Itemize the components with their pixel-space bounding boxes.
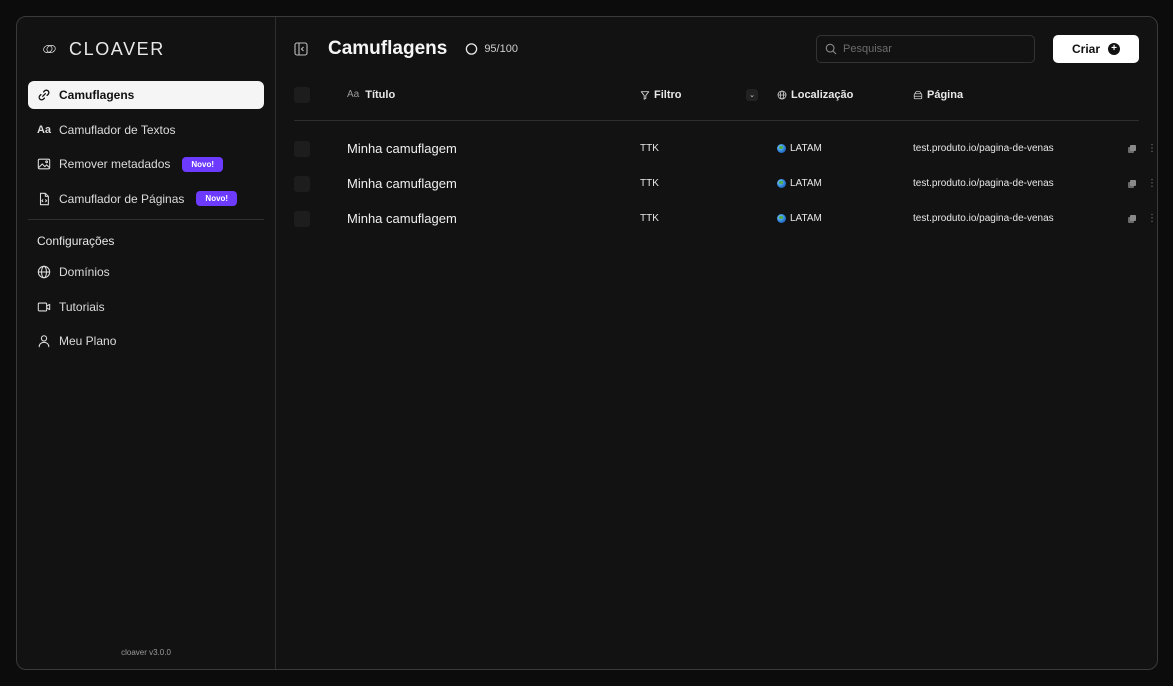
image-icon xyxy=(37,157,51,171)
plus-circle-icon: + xyxy=(1108,43,1120,55)
earth-globe-icon xyxy=(777,144,786,153)
table-row[interactable]: Minha camuflagem TTK LATAM test.produto.… xyxy=(294,166,1157,201)
usage-counter: 95/100 xyxy=(465,43,518,56)
new-badge: Novo! xyxy=(196,191,238,206)
page-title: Camuflagens xyxy=(328,38,448,59)
collapse-sidebar-icon[interactable] xyxy=(294,42,308,56)
search-input[interactable] xyxy=(843,43,1023,55)
copy-icon[interactable] xyxy=(1127,214,1137,224)
version-label: cloaver v3.0.0 xyxy=(121,648,171,657)
row-title: Minha camuflagem xyxy=(347,176,457,191)
row-page[interactable]: test.produto.io/pagina-de-venas xyxy=(913,143,1054,154)
browser-icon xyxy=(913,90,923,100)
column-location-label: Localização xyxy=(791,88,854,101)
globe-icon xyxy=(777,90,787,100)
earth-globe-icon xyxy=(777,179,786,188)
row-location: LATAM xyxy=(777,143,822,154)
more-options-icon[interactable]: ⋮ xyxy=(1147,143,1157,154)
column-location[interactable]: Localização xyxy=(777,89,853,101)
table-row[interactable]: Minha camuflagem TTK LATAM test.produto.… xyxy=(294,201,1157,236)
earth-globe-icon xyxy=(777,214,786,223)
app-window: CLOAVER Camuflagens Aa Camuflador de Tex… xyxy=(16,16,1158,670)
table-row[interactable]: Minha camuflagem TTK LATAM test.produto.… xyxy=(294,131,1157,166)
logo[interactable]: CLOAVER xyxy=(28,17,264,81)
search-box[interactable] xyxy=(816,35,1035,63)
row-location-label: LATAM xyxy=(790,213,822,224)
row-title: Minha camuflagem xyxy=(347,141,457,156)
sidebar-item-tutoriais[interactable]: Tutoriais xyxy=(28,293,264,321)
sidebar-item-label: Domínios xyxy=(59,265,110,279)
row-filter: TTK xyxy=(640,213,659,224)
column-title[interactable]: Aa Título xyxy=(347,89,395,101)
sidebar-item-camuflagens[interactable]: Camuflagens xyxy=(28,81,264,109)
row-actions: ⋮ xyxy=(1127,213,1157,224)
more-options-icon[interactable]: ⋮ xyxy=(1147,178,1157,189)
row-checkbox[interactable] xyxy=(294,140,310,157)
more-options-icon[interactable]: ⋮ xyxy=(1147,213,1157,224)
section-title-configuracoes: Configurações xyxy=(37,234,115,248)
row-location-label: LATAM xyxy=(790,178,822,189)
logo-text: CLOAVER xyxy=(69,38,165,59)
sidebar-item-meu-plano[interactable]: Meu Plano xyxy=(28,327,264,355)
row-filter: TTK xyxy=(640,143,659,154)
row-location-label: LATAM xyxy=(790,143,822,154)
sidebar-item-camuflador-textos[interactable]: Aa Camuflador de Textos xyxy=(28,116,264,144)
video-icon xyxy=(37,300,51,314)
progress-ring-icon xyxy=(465,43,478,56)
sidebar-item-label: Camuflagens xyxy=(59,88,135,102)
main-content: Camuflagens 95/100 Cr xyxy=(276,17,1157,669)
usage-counter-text: 95/100 xyxy=(484,43,518,55)
create-button[interactable]: Criar + xyxy=(1053,35,1139,63)
column-filter[interactable]: Filtro xyxy=(640,89,682,101)
row-actions: ⋮ xyxy=(1127,178,1157,189)
sidebar-divider xyxy=(28,219,264,220)
row-page[interactable]: test.produto.io/pagina-de-venas xyxy=(913,213,1054,224)
text-aa-icon: Aa xyxy=(347,89,360,100)
column-page-label: Página xyxy=(927,88,964,101)
row-location: LATAM xyxy=(777,178,822,189)
new-badge: Novo! xyxy=(182,156,224,172)
sidebar-item-label: Camuflador de Textos xyxy=(59,122,176,137)
sidebar-item-label: Camuflador de Páginas xyxy=(59,191,185,206)
row-checkbox[interactable] xyxy=(294,210,310,227)
copy-icon[interactable] xyxy=(1127,179,1137,189)
row-location: LATAM xyxy=(777,213,822,224)
column-title-label: Título xyxy=(365,88,396,101)
cloaver-logo-icon xyxy=(37,41,63,57)
row-filter: TTK xyxy=(640,178,659,189)
column-filter-label: Filtro xyxy=(654,88,682,101)
row-actions: ⋮ xyxy=(1127,143,1157,154)
table-body: Minha camuflagem TTK LATAM test.produto.… xyxy=(294,131,1157,236)
column-page[interactable]: Página xyxy=(913,89,963,101)
sidebar-item-label: Remover metadados xyxy=(59,157,171,171)
sidebar-item-camuflador-paginas[interactable]: Camuflador de Páginas Novo! xyxy=(28,185,264,213)
sidebar-item-label: Tutoriais xyxy=(59,299,105,314)
link-icon xyxy=(37,88,51,102)
copy-icon[interactable] xyxy=(1127,144,1137,154)
row-title: Minha camuflagem xyxy=(347,211,457,226)
sidebar-item-dominios[interactable]: Domínios xyxy=(28,258,264,286)
file-code-icon xyxy=(37,192,51,206)
globe-icon xyxy=(37,265,51,279)
sidebar: CLOAVER Camuflagens Aa Camuflador de Tex… xyxy=(17,17,276,669)
chevron-down-icon[interactable]: ⌄ xyxy=(746,88,758,101)
row-checkbox[interactable] xyxy=(294,175,310,192)
text-aa-icon: Aa xyxy=(36,123,52,136)
create-button-label: Criar xyxy=(1071,42,1100,56)
select-all-checkbox[interactable] xyxy=(294,86,310,103)
sidebar-item-label: Meu Plano xyxy=(59,334,117,348)
search-icon xyxy=(825,43,837,55)
sidebar-item-remover-metadados[interactable]: Remover metadados Novo! xyxy=(28,150,264,178)
table-header: Aa Título Filtro ⌄ Localização Página xyxy=(294,69,1139,121)
user-icon xyxy=(37,334,51,348)
row-page[interactable]: test.produto.io/pagina-de-venas xyxy=(913,178,1054,189)
filter-icon xyxy=(640,90,650,100)
